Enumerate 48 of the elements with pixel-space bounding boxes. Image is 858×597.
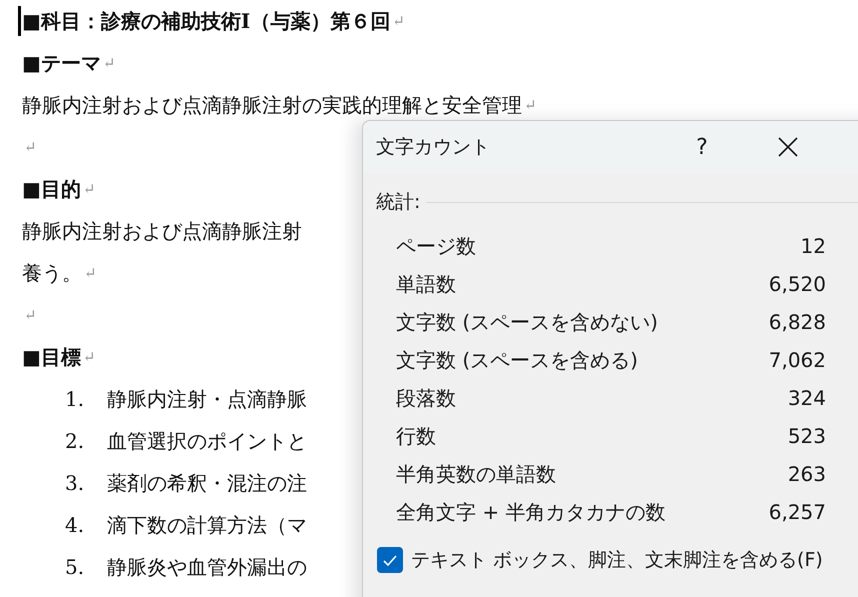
close-icon (778, 137, 798, 157)
paragraph-mark: ↵ (24, 138, 37, 156)
stat-value: 7,062 (768, 348, 826, 372)
stat-label: 行数 (396, 422, 436, 450)
stat-value: 12 (800, 234, 826, 258)
stat-label: 半角英数の単語数 (396, 460, 556, 488)
section-heading: ■目標 (22, 344, 81, 370)
paragraph-mark: ↵ (102, 54, 116, 72)
paragraph-mark: ↵ (24, 306, 37, 324)
list-item-text: 薬剤の希釈・混注の注 (107, 470, 307, 496)
body-text: 静脈内注射および点滴静脈注射の実践的理解と安全管理 (22, 92, 522, 118)
checkbox-label: テキスト ボックス、脚注、文末脚注を含める(F) (411, 548, 823, 573)
stat-label: 文字数 (スペースを含めない) (396, 308, 658, 336)
stat-label: 単語数 (396, 270, 456, 298)
paragraph-mark: ↵ (84, 264, 97, 282)
section-heading: ■目的 (22, 176, 81, 202)
section-label: 統計: (376, 190, 420, 215)
section-heading: ■テーマ (22, 50, 101, 76)
stat-value: 523 (788, 424, 826, 448)
help-button[interactable]: ? (682, 127, 722, 167)
dialog-title: 文字カウント (376, 135, 491, 160)
list-number: 3. (65, 471, 86, 495)
section-heading: ■科目：診療の補助技術Ⅰ（与薬）第６回 (22, 8, 390, 34)
stat-value: 263 (788, 462, 826, 486)
body-text: 静脈内注射および点滴静脈注射 (22, 218, 302, 244)
list-number: 2. (65, 429, 86, 453)
stat-value: 6,828 (768, 310, 826, 334)
paragraph-mark: ↵ (82, 348, 96, 366)
checkbox[interactable] (377, 547, 403, 573)
list-number: 4. (65, 513, 86, 537)
body-text: 養う。 (22, 260, 82, 286)
list-item-text: 静脈炎や血管外漏出の (107, 554, 307, 580)
stat-value: 6,257 (768, 500, 826, 524)
paragraph-mark: ↵ (524, 96, 537, 114)
stat-value: 324 (788, 386, 826, 410)
list-number: 5. (65, 555, 86, 579)
stat-label: 文字数 (スペースを含める) (396, 346, 638, 374)
paragraph-mark: ↵ (392, 12, 405, 30)
stat-label: 全角文字 + 半角カタカナの数 (396, 498, 666, 526)
list-item-text: 滴下数の計算方法（マ (107, 512, 307, 538)
list-number: 1. (65, 387, 86, 411)
stat-label: ページ数 (396, 232, 476, 260)
paragraph-mark: ↵ (82, 180, 96, 198)
list-item-text: 血管選択のポイントと (107, 428, 307, 454)
check-icon (383, 554, 397, 566)
stat-value: 6,520 (768, 272, 826, 296)
list-item-text: 静脈内注射・点滴静脈 (107, 386, 307, 412)
stat-label: 段落数 (396, 384, 456, 412)
